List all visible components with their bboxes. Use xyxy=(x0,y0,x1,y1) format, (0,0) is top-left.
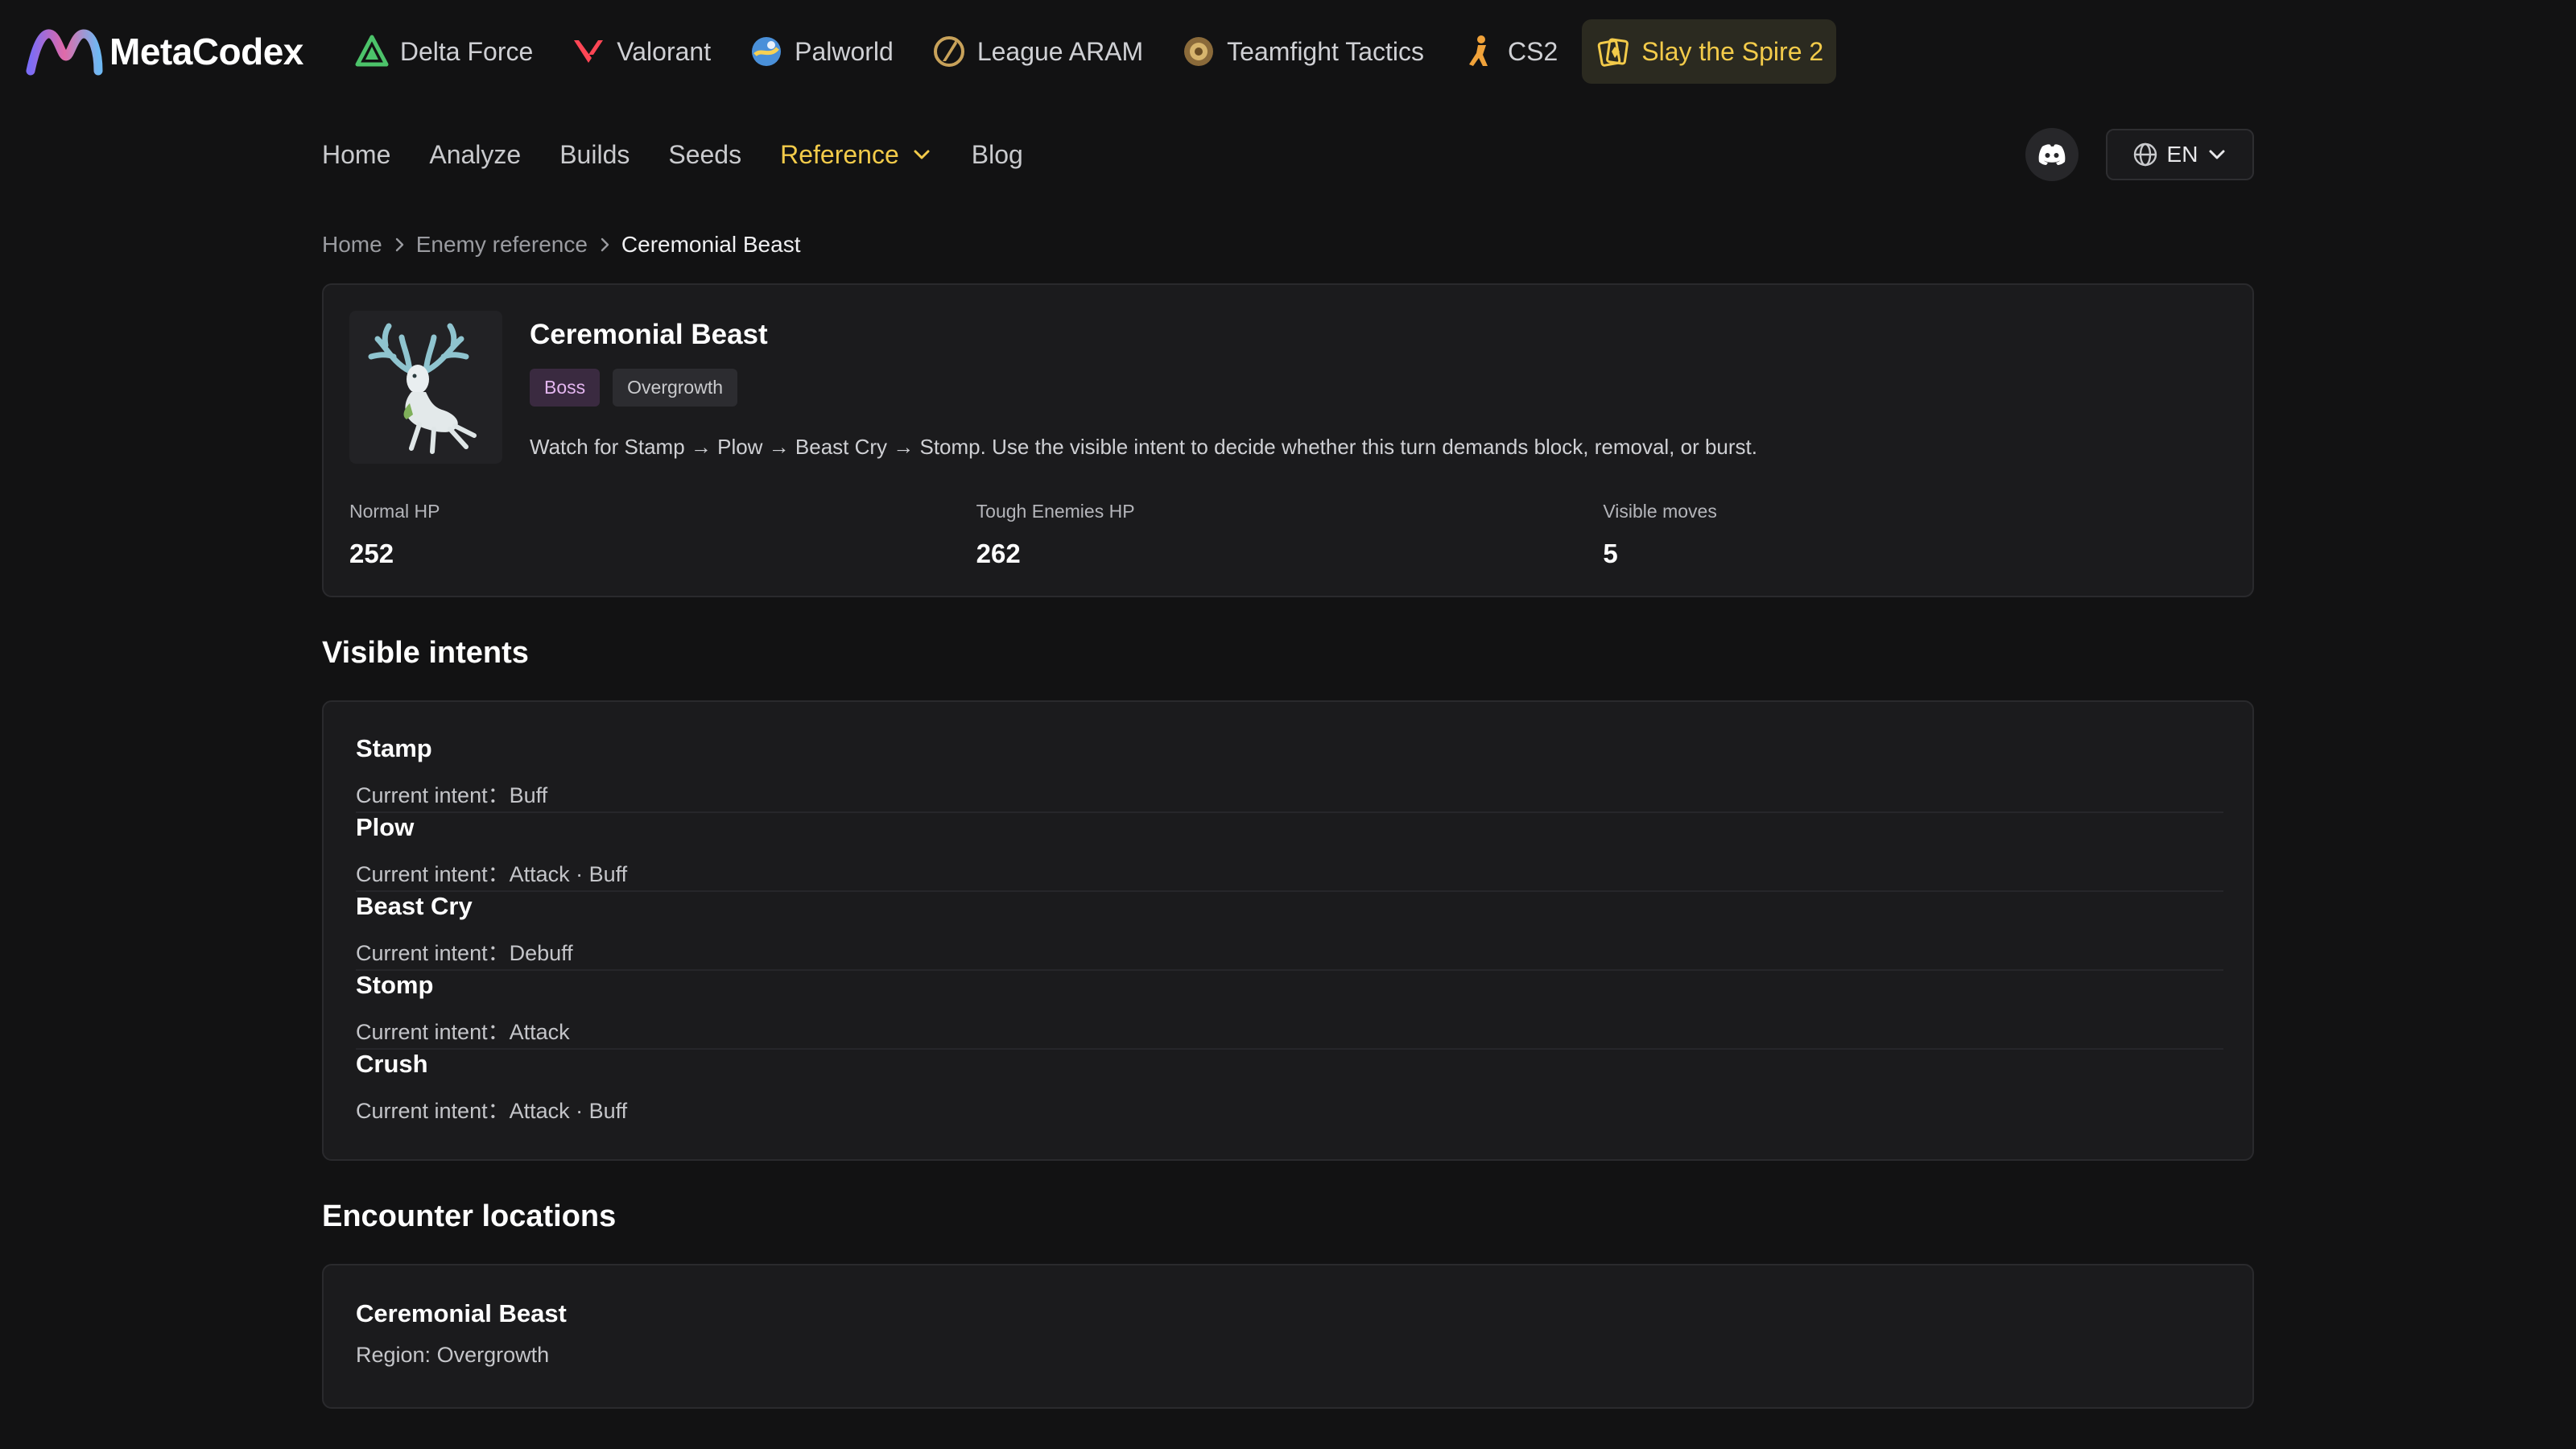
nav-seeds[interactable]: Seeds xyxy=(668,140,741,170)
intent-item: Stamp Current intent：Buff xyxy=(356,734,2223,813)
tag-region: Overgrowth xyxy=(613,369,738,407)
game-tab-label: Palworld xyxy=(795,36,894,66)
intent-name: Plow xyxy=(356,813,415,841)
game-tab-cs2[interactable]: CS2 xyxy=(1448,19,1571,84)
breadcrumb-home[interactable]: Home xyxy=(322,232,382,258)
intent-detail: Current intent：Attack · Buff xyxy=(356,857,627,888)
intent-value: Debuff xyxy=(509,941,573,965)
stat-normal-hp: Normal HP 252 xyxy=(349,496,976,569)
game-tab-palworld[interactable]: Palworld xyxy=(735,19,906,84)
nav-actions: EN xyxy=(2025,127,2254,182)
intent-prefix: Current intent： xyxy=(356,783,510,807)
breadcrumb: Home Enemy reference Ceremonial Beast xyxy=(322,227,800,262)
intent-item: Crush Current intent：Attack · Buff xyxy=(356,1050,2223,1129)
discord-button[interactable] xyxy=(2025,128,2079,181)
stat-label: Tough Enemies HP xyxy=(976,501,1135,522)
nav-analyze[interactable]: Analyze xyxy=(429,140,521,170)
game-tab-delta-force[interactable]: Delta Force xyxy=(341,19,546,84)
brand-logo[interactable]: MetaCodex xyxy=(24,24,303,79)
intent-prefix: Current intent： xyxy=(356,862,510,886)
nav-blog[interactable]: Blog xyxy=(972,140,1023,170)
intents-card: Stamp Current intent：Buff Plow Current i… xyxy=(322,700,2254,1161)
discord-icon xyxy=(2038,144,2066,165)
game-bar: MetaCodex Delta Force Valorant Palworld … xyxy=(0,0,2576,103)
league-icon xyxy=(931,33,968,70)
globe-icon xyxy=(2133,142,2157,167)
game-tab-label: Teamfight Tactics xyxy=(1227,36,1425,66)
intent-prefix: Current intent： xyxy=(356,1020,510,1044)
intent-item: Beast Cry Current intent：Debuff xyxy=(356,892,2223,971)
enemy-name: Ceremonial Beast xyxy=(530,319,768,350)
chevron-right-icon xyxy=(395,237,403,252)
intent-prefix: Current intent： xyxy=(356,941,510,965)
location-name: Ceremonial Beast xyxy=(356,1299,567,1327)
brand-name: MetaCodex xyxy=(109,31,303,72)
nav-builds[interactable]: Builds xyxy=(559,140,630,170)
intent-item: Plow Current intent：Attack · Buff xyxy=(356,813,2223,892)
stat-value: 5 xyxy=(1603,539,1618,568)
palworld-icon xyxy=(748,33,785,70)
game-tab-label: League ARAM xyxy=(976,36,1144,66)
location-region: Region: Overgrowth xyxy=(356,1343,550,1367)
intent-name: Stamp xyxy=(356,734,432,762)
breadcrumb-enemy-reference[interactable]: Enemy reference xyxy=(416,232,588,258)
nav-reference[interactable]: Reference xyxy=(780,140,933,170)
chevron-down-icon xyxy=(2209,150,2225,159)
locations-card: Ceremonial Beast Region: Overgrowth xyxy=(322,1264,2254,1409)
enemy-description: Watch for Stamp → Plow → Beast Cry → Sto… xyxy=(530,435,1757,459)
language-selector[interactable]: EN xyxy=(2106,129,2254,180)
main-nav: Home Analyze Builds Seeds Reference Blog… xyxy=(322,127,2254,182)
nav-reference-label: Reference xyxy=(780,139,899,169)
intent-prefix: Current intent： xyxy=(356,1099,510,1123)
intent-name: Stomp xyxy=(356,971,434,999)
stat-value: 252 xyxy=(349,539,394,568)
game-tab-league-aram[interactable]: League ARAM xyxy=(918,19,1156,84)
intent-detail: Current intent：Buff xyxy=(356,778,547,809)
cs2-icon xyxy=(1461,33,1498,70)
nav-home[interactable]: Home xyxy=(322,140,390,170)
locations-section-title: Encounter locations xyxy=(322,1199,617,1233)
stat-visible-moves: Visible moves 5 xyxy=(1603,496,2230,569)
ceremonial-beast-portrait-icon xyxy=(368,323,477,454)
delta-force-icon xyxy=(353,33,390,70)
intent-name: Crush xyxy=(356,1050,428,1078)
language-label: EN xyxy=(2166,142,2198,167)
intent-detail: Current intent：Attack xyxy=(356,1014,570,1046)
intent-name: Beast Cry xyxy=(356,892,473,920)
game-tab-label: Delta Force xyxy=(399,36,534,66)
intent-item: Stomp Current intent：Attack xyxy=(356,971,2223,1050)
breadcrumb-current: Ceremonial Beast xyxy=(621,232,801,257)
intent-value: Attack · Buff xyxy=(509,862,628,886)
intent-detail: Current intent：Attack · Buff xyxy=(356,1093,627,1125)
intent-value: Attack xyxy=(509,1020,570,1044)
metacodex-logo-icon xyxy=(26,29,103,76)
game-tab-slay-the-spire-2[interactable]: Slay the Spire 2 xyxy=(1582,19,1837,84)
game-tab-label: Slay the Spire 2 xyxy=(1641,36,1824,66)
valorant-icon xyxy=(570,33,607,70)
intent-value: Buff xyxy=(509,783,548,807)
enemy-portrait xyxy=(349,311,502,464)
tft-icon xyxy=(1180,33,1217,70)
enemy-summary-card: Ceremonial Beast Boss Overgrowth Watch f… xyxy=(322,283,2254,597)
tag-boss: Boss xyxy=(530,369,601,407)
chevron-down-icon xyxy=(914,150,930,159)
stat-label: Visible moves xyxy=(1603,501,1717,522)
game-tab-label: Valorant xyxy=(617,36,712,66)
game-tab-label: CS2 xyxy=(1508,36,1558,66)
game-tab-valorant[interactable]: Valorant xyxy=(557,19,724,84)
stat-label: Normal HP xyxy=(349,501,440,522)
intent-value: Attack · Buff xyxy=(509,1099,628,1123)
stat-value: 262 xyxy=(976,539,1021,568)
stat-tough-hp: Tough Enemies HP 262 xyxy=(976,496,1604,569)
chevron-right-icon xyxy=(601,237,609,252)
enemy-stats: Normal HP 252 Tough Enemies HP 262 Visib… xyxy=(349,496,2230,569)
intents-section-title: Visible intents xyxy=(322,636,529,670)
slay-the-spire-icon xyxy=(1595,33,1632,70)
enemy-tags: Boss Overgrowth xyxy=(530,369,750,407)
intent-detail: Current intent：Debuff xyxy=(356,935,573,967)
game-tab-teamfight-tactics[interactable]: Teamfight Tactics xyxy=(1167,19,1437,84)
